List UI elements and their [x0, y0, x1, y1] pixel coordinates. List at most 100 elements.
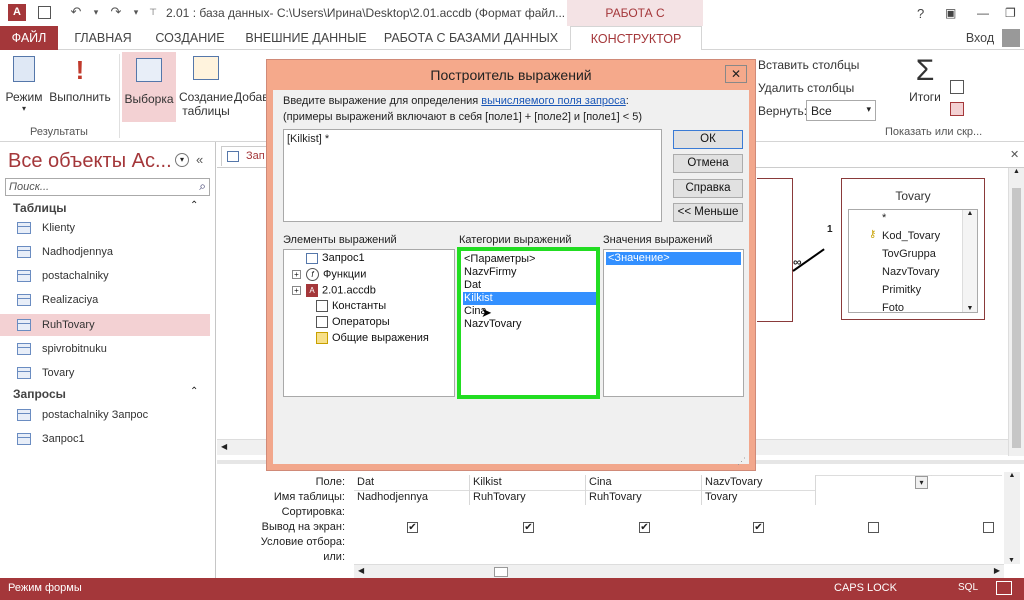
- return-select[interactable]: Все ▾: [806, 100, 876, 121]
- grid-cell[interactable]: Dat: [354, 475, 470, 491]
- scroll-thumb[interactable]: [494, 567, 508, 577]
- tab-database-tools[interactable]: РАБОТА С БАЗАМИ ДАННЫХ: [383, 26, 559, 50]
- restore-button[interactable]: ❐: [1005, 6, 1016, 20]
- field-item[interactable]: TovGruppa: [882, 248, 936, 260]
- nav-table-item[interactable]: postachalniky: [0, 265, 210, 287]
- grid-cell[interactable]: Cina: [586, 475, 702, 491]
- nav-query-item[interactable]: postachalniky Запрос: [0, 404, 210, 426]
- show-checkbox[interactable]: [983, 522, 994, 533]
- expand-icon[interactable]: +: [292, 286, 301, 295]
- user-avatar[interactable]: [1002, 29, 1020, 47]
- collapse-nav-icon[interactable]: «: [196, 152, 203, 167]
- nav-menu-icon[interactable]: ▾: [175, 153, 189, 167]
- grid-vertical-scrollbar[interactable]: ▲ ▼: [1004, 472, 1020, 564]
- login-link[interactable]: Вход: [962, 26, 998, 50]
- tree-item-functions[interactable]: + f Функции: [292, 268, 366, 281]
- nav-table-item[interactable]: Klienty: [0, 217, 210, 239]
- ribbon-options-icon[interactable]: ▣: [945, 6, 956, 20]
- tree-item-database[interactable]: + A 2.01.accdb: [292, 284, 376, 297]
- show-checkbox[interactable]: [868, 522, 879, 533]
- run-button[interactable]: ! Выполнить: [48, 56, 112, 104]
- tab-external-data[interactable]: ВНЕШНИЕ ДАННЫЕ: [243, 26, 369, 50]
- nav-search-input[interactable]: Поиск... ⌕: [5, 178, 210, 196]
- help-button[interactable]: ?: [917, 6, 924, 21]
- tab-file[interactable]: ФАЙЛ: [0, 26, 58, 50]
- dropdown-icon[interactable]: ▾: [88, 4, 104, 20]
- redo-icon[interactable]: ↷: [108, 4, 124, 20]
- scroll-down-icon[interactable]: ▼: [1004, 557, 1019, 564]
- tree-item-query[interactable]: Запрос1: [292, 252, 365, 264]
- category-item[interactable]: NazvFirmy: [464, 266, 517, 279]
- category-item-selected[interactable]: Kilkist: [463, 292, 596, 305]
- ok-button[interactable]: ОК: [673, 130, 743, 149]
- category-item[interactable]: NazvTovary: [464, 318, 521, 331]
- view-button[interactable]: Режим ▾: [4, 56, 44, 113]
- close-tab-icon[interactable]: ✕: [1010, 148, 1019, 161]
- sql-view-button[interactable]: SQL: [958, 582, 978, 593]
- categories-list[interactable]: <Параметры> NazvFirmy Dat Kilkist Cina N…: [457, 247, 600, 399]
- chevron-up-icon[interactable]: ⌃: [190, 200, 198, 211]
- show-checkbox[interactable]: ✔: [407, 522, 418, 533]
- resize-grip-icon[interactable]: ⋰: [737, 456, 746, 467]
- value-item-selected[interactable]: <Значение>: [606, 252, 741, 265]
- scroll-left-icon[interactable]: ◀: [221, 442, 227, 451]
- show-checkbox[interactable]: ✔: [523, 522, 534, 533]
- table-names-icon[interactable]: [950, 102, 964, 116]
- nav-section-queries[interactable]: Запросы: [13, 387, 66, 401]
- grid-cell[interactable]: Kilkist: [470, 475, 586, 491]
- nav-table-item[interactable]: Nadhodjennya: [0, 241, 210, 263]
- field-list-scrollbar[interactable]: ▲ ▼: [962, 210, 977, 312]
- scroll-up-icon[interactable]: ▲: [1009, 168, 1024, 175]
- undo-icon[interactable]: ↶: [68, 4, 84, 20]
- tab-design[interactable]: КОНСТРУКТОР: [570, 26, 702, 51]
- tree-item-common[interactable]: Общие выражения: [292, 332, 429, 345]
- tab-create[interactable]: СОЗДАНИЕ: [150, 26, 230, 50]
- nav-table-item-selected[interactable]: RuhTovary: [0, 314, 210, 336]
- values-list[interactable]: <Значение>: [603, 249, 744, 397]
- tab-home[interactable]: ГЛАВНАЯ: [70, 26, 136, 50]
- nav-table-item[interactable]: Realizaciya: [0, 289, 210, 311]
- grid-cell[interactable]: Tovary: [702, 490, 816, 505]
- grid-cell[interactable]: NazvTovary: [702, 475, 816, 491]
- property-sheet-icon[interactable]: [950, 80, 964, 94]
- dropdown-icon[interactable]: ▾: [128, 4, 144, 20]
- scroll-up-icon[interactable]: ▲: [1004, 472, 1020, 479]
- tree-item-operators[interactable]: Операторы: [292, 316, 390, 329]
- save-icon[interactable]: [38, 6, 51, 19]
- elements-tree[interactable]: Запрос1 + f Функции + A 2.01.accdb Константы…: [283, 249, 455, 397]
- show-checkbox[interactable]: ✔: [753, 522, 764, 533]
- insert-columns-button[interactable]: Вставить столбцы: [758, 58, 859, 72]
- field-dropdown-icon[interactable]: ▾: [915, 476, 928, 489]
- field-item[interactable]: NazvTovary: [882, 266, 939, 278]
- less-button[interactable]: << Меньше: [673, 203, 743, 222]
- dialog-close-button[interactable]: ✕: [725, 65, 747, 83]
- make-table-button[interactable]: Создание таблицы: [178, 56, 234, 118]
- nav-query-item[interactable]: Запрос1: [0, 428, 210, 450]
- nav-table-item[interactable]: spivrobitnuku: [0, 338, 210, 360]
- field-item[interactable]: Primitky: [882, 284, 921, 296]
- scroll-down-icon[interactable]: ▼: [963, 305, 977, 312]
- select-query-button[interactable]: Выборка: [122, 52, 176, 122]
- append-button[interactable]: Добав: [234, 90, 269, 104]
- field-item[interactable]: *: [882, 212, 886, 224]
- cancel-button[interactable]: Отмена: [673, 154, 743, 173]
- delete-columns-button[interactable]: Удалить столбцы: [758, 81, 854, 95]
- scroll-thumb[interactable]: [1012, 188, 1021, 448]
- nav-table-item[interactable]: Tovary: [0, 362, 210, 384]
- expression-input[interactable]: [Kilkist] *: [283, 129, 662, 222]
- customize-icon[interactable]: ⊤: [145, 4, 161, 20]
- tree-item-constants[interactable]: Константы: [292, 300, 386, 313]
- scroll-up-icon[interactable]: ▲: [963, 210, 977, 217]
- scroll-right-icon[interactable]: ▶: [994, 566, 1000, 575]
- show-checkbox[interactable]: ✔: [639, 522, 650, 533]
- field-item[interactable]: Kod_Tovary: [882, 230, 940, 242]
- grid-cell[interactable]: RuhTovary: [586, 490, 702, 505]
- minimize-button[interactable]: —: [977, 6, 989, 20]
- help-button[interactable]: Справка: [673, 179, 743, 198]
- grid-cell[interactable]: [932, 475, 1002, 476]
- field-list[interactable]: * ⚷ Kod_Tovary TovGruppa NazvTovary Prim…: [848, 209, 978, 314]
- chevron-up-icon[interactable]: ⌃: [190, 386, 198, 397]
- grid-horizontal-scrollbar[interactable]: ◀ ▶: [354, 564, 1004, 578]
- nav-title[interactable]: Все объекты Ac...: [8, 150, 172, 173]
- design-view-icon[interactable]: [996, 581, 1012, 595]
